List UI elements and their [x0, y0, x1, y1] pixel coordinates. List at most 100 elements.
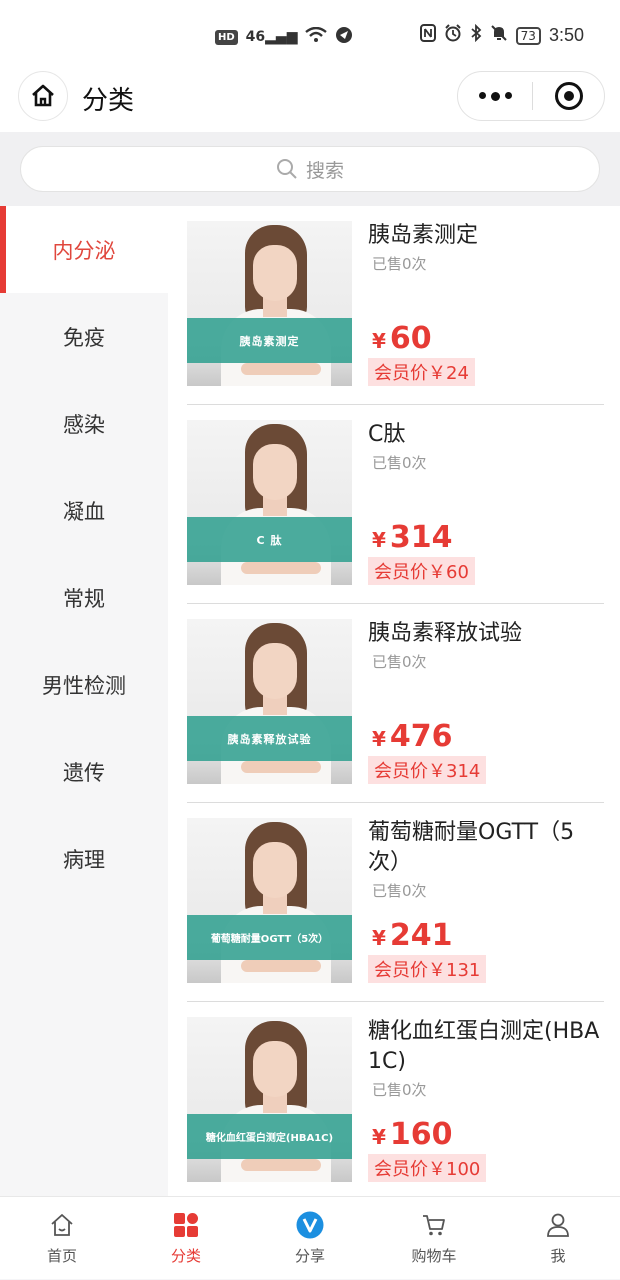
price-value: 241: [389, 918, 453, 953]
price-block: ¥314 会员价￥60: [368, 520, 475, 585]
tab-home[interactable]: 首页: [0, 1197, 124, 1280]
price-value: 160: [389, 1117, 453, 1152]
bluetooth-icon: [470, 23, 482, 47]
member-price: 会员价￥100: [368, 1154, 487, 1182]
sidebar-item-male-test[interactable]: 男性检测: [0, 641, 168, 728]
sidebar-item-immune[interactable]: 免疫: [0, 293, 168, 380]
price-block: ¥476 会员价￥314: [368, 719, 487, 784]
currency-symbol: ¥: [372, 1125, 386, 1149]
more-dot-icon: [504, 91, 512, 99]
status-left: HD 46▂▄▆: [215, 26, 353, 48]
product-sold: 已售0次: [372, 1081, 427, 1099]
sidebar-item-label: 病理: [63, 847, 105, 872]
cart-icon: [420, 1211, 448, 1239]
home-button[interactable]: [18, 71, 68, 121]
product-price: ¥160: [372, 1117, 486, 1152]
product-sold: 已售0次: [372, 882, 427, 900]
tab-me[interactable]: 我: [496, 1197, 620, 1280]
sidebar-item-infection[interactable]: 感染: [0, 380, 168, 467]
nav-bar: 分类: [0, 66, 620, 132]
product-price: ¥314: [372, 520, 475, 555]
product-info: 糖化血红蛋白测定(HBA1C) 已售0次 ¥160 会员价￥100: [368, 1017, 606, 1187]
product-card[interactable]: 胰岛素测定 胰岛素测定 已售0次 ¥60 会员价￥24: [187, 206, 604, 405]
hd-badge: HD: [215, 29, 238, 45]
member-price: 会员价￥60: [368, 557, 475, 585]
product-sold: 已售0次: [372, 454, 427, 472]
tab-label: 我: [550, 1247, 566, 1265]
more-menu-button[interactable]: [458, 91, 532, 101]
product-card[interactable]: 胰岛素释放试验 胰岛素释放试验 已售0次 ¥476 会员价￥314: [187, 604, 604, 803]
search-input[interactable]: 搜索: [20, 146, 600, 192]
search-placeholder: 搜索: [305, 159, 344, 182]
sidebar-item-label: 凝血: [63, 499, 105, 524]
price-block: ¥160 会员价￥100: [368, 1117, 487, 1182]
price-block: ¥241 会员价￥131: [368, 918, 487, 983]
tab-share[interactable]: 分享: [248, 1197, 372, 1280]
tab-category[interactable]: 分类: [124, 1197, 248, 1280]
product-card[interactable]: 糖化血红蛋白测定(HBA1C) 糖化血红蛋白测定(HBA1C) 已售0次 ¥16…: [187, 1002, 604, 1196]
sidebar-item-routine[interactable]: 常规: [0, 554, 168, 641]
currency-symbol: ¥: [372, 727, 386, 751]
tab-label: 分享: [294, 1247, 325, 1265]
member-price: 会员价￥24: [368, 358, 475, 386]
product-image: 葡萄糖耐量OGTT（5次）: [187, 818, 352, 983]
currency-symbol: ¥: [372, 329, 386, 353]
product-image: 胰岛素测定: [187, 221, 352, 386]
sidebar-item-label: 遗传: [63, 760, 105, 785]
mute-icon: [490, 24, 508, 47]
product-title: 葡萄糖耐量OGTT（5次）: [368, 820, 575, 875]
price-value: 476: [389, 719, 453, 754]
signal-icon: 46▂▄▆: [245, 29, 298, 45]
sidebar-item-genetic[interactable]: 遗传: [0, 728, 168, 815]
sidebar-item-label: 男性检测: [42, 673, 126, 698]
share-v-icon: [296, 1211, 324, 1239]
location-icon: [335, 26, 353, 48]
product-image: 糖化血红蛋白测定(HBA1C): [187, 1017, 352, 1182]
home-icon: [32, 84, 54, 107]
product-image-banner: 葡萄糖耐量OGTT（5次）: [187, 915, 352, 960]
tab-label: 首页: [46, 1247, 77, 1265]
search-bar-area: 搜索: [0, 132, 620, 206]
tab-cart[interactable]: 购物车: [372, 1197, 496, 1280]
sidebar-item-coagulation[interactable]: 凝血: [0, 467, 168, 554]
page-title: 分类: [82, 86, 135, 116]
target-icon: [554, 82, 583, 110]
product-image-banner: 胰岛素测定: [187, 318, 352, 363]
sidebar-item-label: 免疫: [63, 325, 105, 350]
more-dot-icon: [478, 91, 486, 99]
product-image-banner: 胰岛素释放试验: [187, 716, 352, 761]
product-price: ¥60: [372, 321, 475, 356]
price-value: 60: [389, 321, 432, 356]
currency-symbol: ¥: [372, 926, 386, 950]
status-right: 73 3:50: [419, 23, 584, 47]
price-value: 314: [389, 520, 453, 555]
signal-label: 46: [245, 29, 266, 45]
product-image: C 肽: [187, 420, 352, 585]
tab-label: 分类: [170, 1247, 201, 1265]
product-info: 葡萄糖耐量OGTT（5次） 已售0次 ¥241 会员价￥131: [368, 818, 606, 988]
user-icon: [544, 1211, 572, 1239]
category-sidebar: 内分泌 免疫 感染 凝血 常规 男性检测 遗传 病理: [0, 206, 168, 1196]
product-title: 胰岛素测定: [368, 223, 479, 248]
price-block: ¥60 会员价￥24: [368, 321, 475, 386]
product-image-banner: 糖化血红蛋白测定(HBA1C): [187, 1114, 352, 1159]
tab-label: 购物车: [411, 1247, 457, 1265]
product-card[interactable]: 葡萄糖耐量OGTT（5次） 葡萄糖耐量OGTT（5次） 已售0次 ¥241 会员…: [187, 803, 604, 1002]
member-price: 会员价￥131: [368, 955, 487, 983]
member-price: 会员价￥314: [368, 756, 487, 784]
product-info: 胰岛素测定 已售0次 ¥60 会员价￥24: [368, 221, 606, 391]
product-card[interactable]: C 肽 C肽 已售0次 ¥314 会员价￥60: [187, 405, 604, 604]
nfc-icon: [419, 24, 436, 47]
wifi-icon: [305, 26, 328, 47]
product-sold: 已售0次: [372, 255, 427, 273]
sidebar-item-endocrine[interactable]: 内分泌: [0, 206, 168, 293]
close-program-button[interactable]: [533, 82, 604, 110]
sidebar-item-label: 内分泌: [52, 238, 116, 263]
search-icon: [276, 159, 297, 179]
product-info: 胰岛素释放试验 已售0次 ¥476 会员价￥314: [368, 619, 606, 789]
bottom-tab-bar: 首页 分类 分享 购物车 我: [0, 1196, 620, 1279]
home-icon: [48, 1211, 76, 1239]
product-list: 胰岛素测定 胰岛素测定 已售0次 ¥60 会员价￥24 C 肽 C肽 已售0次 …: [168, 206, 620, 1196]
sidebar-item-pathology[interactable]: 病理: [0, 815, 168, 902]
product-title: 糖化血红蛋白测定(HBA1C): [368, 1019, 600, 1074]
